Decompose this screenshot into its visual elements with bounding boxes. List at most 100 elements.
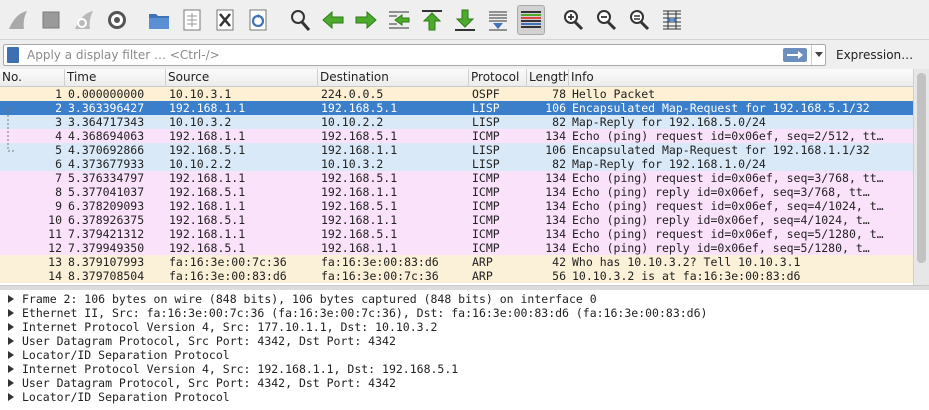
expand-arrow-icon[interactable]: [0, 323, 22, 331]
packet-row[interactable]: 5 4.370692866 192.168.5.1 192.168.1.1 LISP 10…: [0, 143, 913, 157]
go-to-packet-icon: [389, 11, 410, 28]
packet-cell-len: 106: [545, 143, 566, 157]
normal-size-button[interactable]: [625, 5, 653, 35]
packet-cell-info: Echo (ping) reply id=0x06ef, seq=4/1024,…: [572, 213, 870, 227]
packet-cell-no: 12: [48, 241, 62, 255]
filter-bookmark-icon[interactable]: [7, 46, 19, 63]
packet-row[interactable]: 11 7.379421312 192.168.1.1 192.168.5.1 ICMP 1…: [0, 227, 913, 241]
packet-list-header: No. Time Source Destination Protocol Len…: [0, 69, 913, 87]
close-file-icon: [216, 9, 234, 30]
packet-cell-src: 192.168.1.1: [169, 227, 246, 241]
packet-cell-len: 42: [552, 255, 566, 269]
packet-row[interactable]: 9 6.378209093 192.168.1.1 192.168.5.1 ICMP 13…: [0, 199, 913, 213]
shark-fin-start-icon: [9, 10, 27, 29]
packet-cell-src: 192.168.1.1: [169, 101, 246, 115]
auto-scroll-icon: [489, 11, 507, 30]
zoom-in-button[interactable]: [559, 5, 587, 35]
packet-cell-info: Echo (ping) request id=0x06ef, seq=4/102…: [572, 199, 884, 213]
display-filter-input[interactable]: [27, 45, 783, 64]
first-packet-button[interactable]: [418, 5, 446, 35]
packet-cell-len: 82: [552, 157, 566, 171]
packet-row[interactable]: 8 5.377041037 192.168.5.1 192.168.1.1 ICMP 13…: [0, 185, 913, 199]
apply-filter-button[interactable]: [783, 47, 807, 62]
stop-capture-button[interactable]: [37, 5, 65, 35]
expand-arrow-icon[interactable]: [0, 309, 22, 317]
reload-file-button[interactable]: [244, 5, 272, 35]
column-header-info[interactable]: Info: [569, 69, 913, 87]
zoom-out-button[interactable]: [592, 5, 620, 35]
packet-cell-dst: 192.168.1.1: [321, 143, 398, 157]
detail-tree-label: Internet Protocol Version 4, Src: 177.10…: [22, 320, 438, 334]
packet-list: No. Time Source Destination Protocol Len…: [0, 69, 913, 285]
detail-tree-item[interactable]: Ethernet II, Src: fa:16:3e:00:7c:36 (fa:…: [0, 306, 929, 320]
colorize-icon: [521, 10, 541, 28]
column-header-length[interactable]: Length: [527, 69, 569, 87]
column-header-protocol[interactable]: Protocol: [469, 69, 527, 87]
column-header-destination[interactable]: Destination: [318, 69, 469, 87]
packet-row[interactable]: 4 4.368694063 192.168.1.1 192.168.5.1 ICMP 13…: [0, 129, 913, 143]
expand-arrow-icon[interactable]: [0, 393, 22, 401]
packet-row[interactable]: 13 8.379107993 fa:16:3e:00:7c:36 fa:16:3e:0…: [0, 255, 913, 269]
packet-row[interactable]: 12 7.379949350 192.168.5.1 192.168.1.1 ICMP 1…: [0, 241, 913, 255]
expand-arrow-icon[interactable]: [0, 337, 22, 345]
zoom-in-icon: [564, 9, 584, 30]
packet-cell-src: 192.168.1.1: [169, 199, 246, 213]
packet-cell-src: fa:16:3e:00:83:d6: [169, 269, 287, 283]
capture-options-button[interactable]: [103, 5, 131, 35]
stop-square-icon: [42, 11, 60, 28]
detail-tree-item[interactable]: User Datagram Protocol, Src Port: 4342, …: [0, 334, 929, 348]
packet-cell-info: Echo (ping) request id=0x06ef, seq=5/128…: [572, 227, 884, 241]
find-packet-button[interactable]: [286, 5, 314, 35]
expand-arrow-icon[interactable]: [0, 379, 22, 387]
column-header-no[interactable]: No.: [0, 69, 65, 87]
detail-tree-item[interactable]: Frame 2: 106 bytes on wire (848 bits), 1…: [0, 292, 929, 306]
scrollbar-thumb[interactable]: [917, 73, 926, 263]
colorize-button[interactable]: [517, 4, 545, 35]
expand-arrow-icon[interactable]: [0, 351, 22, 359]
packet-row[interactable]: 6 4.373677933 10.10.2.2 10.10.3.2 LISP 82 Map-…: [0, 157, 913, 171]
go-back-button[interactable]: [319, 5, 347, 35]
column-header-source[interactable]: Source: [166, 69, 318, 87]
detail-tree-item[interactable]: User Datagram Protocol, Src Port: 4342, …: [0, 376, 929, 390]
expand-arrow-icon[interactable]: [0, 295, 22, 303]
detail-tree-item[interactable]: Locator/ID Separation Protocol: [0, 390, 929, 404]
go-forward-button[interactable]: [352, 5, 380, 35]
packet-row[interactable]: 2 3.363396427 192.168.1.1 192.168.5.1 LISP 10…: [0, 101, 913, 115]
close-file-button[interactable]: [211, 5, 239, 35]
display-filter-bar: Expression…: [0, 42, 929, 67]
packet-cell-proto: ICMP: [472, 129, 500, 143]
packet-cell-len: 134: [545, 129, 566, 143]
packet-cell-time: 0.000000000: [68, 87, 145, 101]
packet-cell-proto: OSPF: [472, 87, 500, 101]
packet-row[interactable]: 3 3.364717343 10.10.3.2 10.10.2.2 LISP 82 Map-…: [0, 115, 913, 129]
last-packet-button[interactable]: [451, 5, 479, 35]
go-to-packet-button[interactable]: [385, 5, 413, 35]
first-packet-icon: [422, 9, 442, 30]
packet-cell-len: 134: [545, 199, 566, 213]
packet-row[interactable]: 10 6.378926375 192.168.5.1 192.168.1.1 ICMP 1…: [0, 213, 913, 227]
start-capture-button[interactable]: [4, 5, 32, 35]
packet-row[interactable]: 1 0.000000000 10.10.3.1 224.0.0.5 OSPF 78 Hell…: [0, 87, 913, 101]
packet-cell-len: 134: [545, 241, 566, 255]
packet-cell-len: 134: [545, 171, 566, 185]
open-file-button[interactable]: [145, 5, 173, 35]
auto-scroll-button[interactable]: [484, 5, 512, 35]
packet-list-scrollbar[interactable]: [913, 69, 929, 285]
column-header-time[interactable]: Time: [65, 69, 166, 87]
packet-row[interactable]: 14 8.379708504 fa:16:3e:00:83:d6 fa:16:3e:0…: [0, 269, 913, 283]
detail-tree-item[interactable]: Locator/ID Separation Protocol: [0, 348, 929, 362]
packet-cell-no: 9: [55, 199, 62, 213]
packet-cell-dst: 10.10.2.2: [321, 115, 384, 129]
filter-history-dropdown[interactable]: [811, 44, 825, 65]
expand-arrow-icon[interactable]: [0, 365, 22, 373]
packet-cell-time: 7.379421312: [68, 227, 145, 241]
resize-columns-button[interactable]: [658, 5, 686, 35]
packet-cell-len: 134: [545, 213, 566, 227]
detail-tree-item[interactable]: Internet Protocol Version 4, Src: 177.10…: [0, 320, 929, 334]
detail-tree-item[interactable]: Internet Protocol Version 4, Src: 192.16…: [0, 362, 929, 376]
packet-row[interactable]: 7 5.376334797 192.168.1.1 192.168.5.1 ICMP 13…: [0, 171, 913, 185]
restart-capture-button[interactable]: [70, 5, 98, 35]
expression-button[interactable]: Expression…: [836, 48, 913, 62]
packet-cell-info: Encapsulated Map-Request for 192.168.5.1…: [572, 101, 870, 115]
save-file-button[interactable]: [178, 5, 206, 35]
